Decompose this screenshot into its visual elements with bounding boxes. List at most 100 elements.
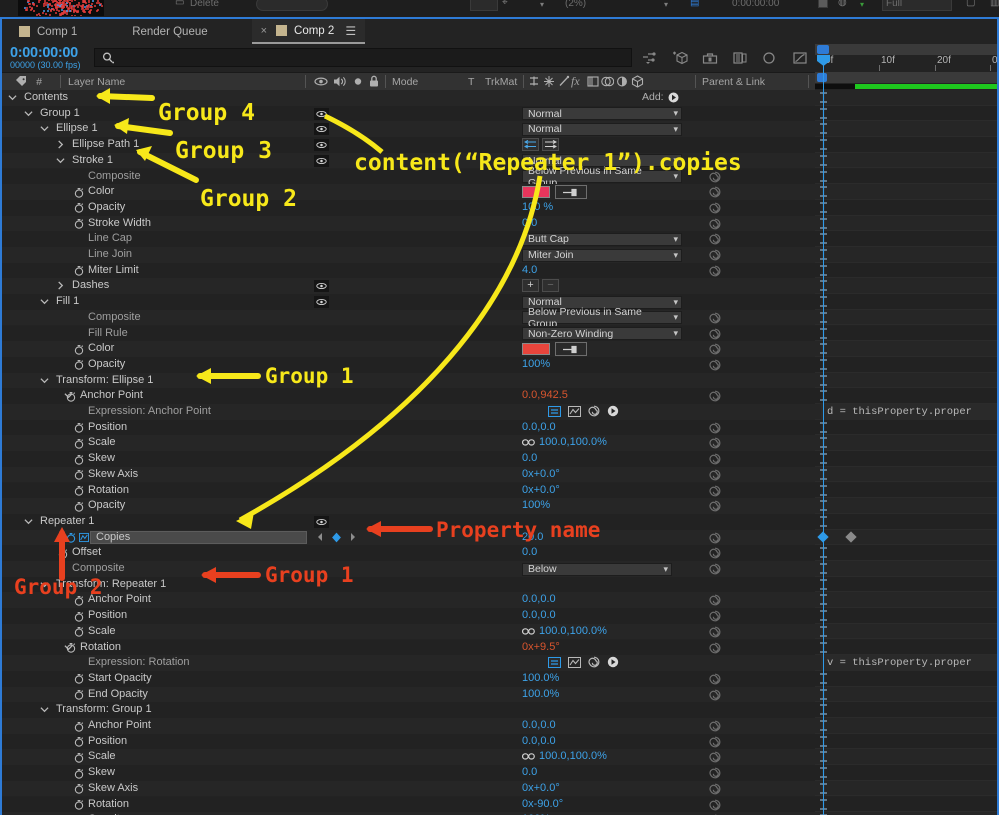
timeline-row[interactable] <box>815 640 997 656</box>
parent-pickwhip-icon[interactable] <box>709 218 721 230</box>
chevron-down-icon[interactable]: ▾ <box>540 0 544 9</box>
property-row[interactable]: Scale 100.0,100.0% <box>2 749 815 765</box>
value-dropdown[interactable]: Below ▾ <box>522 563 672 576</box>
parent-pickwhip-icon[interactable] <box>709 610 721 622</box>
property-row[interactable]: Ellipse 1 Normal ▾ <box>2 121 815 137</box>
timeline-row[interactable] <box>815 592 997 608</box>
twirl-down-icon[interactable] <box>40 124 49 133</box>
property-row[interactable]: Transform: Repeater 1 <box>2 577 815 593</box>
timeline-row[interactable] <box>815 106 997 122</box>
timeline-row[interactable] <box>815 765 997 781</box>
property-row[interactable]: Opacity100% <box>2 357 815 373</box>
timeline-row[interactable] <box>815 388 997 404</box>
keyframe-diamond-icon[interactable] <box>331 532 342 543</box>
property-row[interactable]: Transform: Group 1 <box>2 702 815 718</box>
path-reverse-icon[interactable] <box>522 138 539 151</box>
timeline-row[interactable] <box>815 561 997 577</box>
keyframe-marker-2[interactable] <box>845 531 856 542</box>
property-row[interactable]: Composite Below ▾ <box>2 561 815 577</box>
work-area-bar[interactable] <box>815 83 997 90</box>
parent-pickwhip-icon[interactable] <box>709 767 721 779</box>
property-value[interactable]: 100.0,100.0% <box>539 436 607 448</box>
twirl-down-icon[interactable] <box>40 580 49 589</box>
constrain-proportions-icon[interactable] <box>522 438 535 447</box>
parent-pickwhip-icon[interactable] <box>709 453 721 465</box>
expression-language-menu-icon[interactable] <box>607 405 619 417</box>
expression-graph-icon[interactable] <box>568 406 581 417</box>
property-value[interactable]: 0.0 <box>522 766 537 778</box>
property-row[interactable]: Ellipse Path 1 <box>2 137 815 153</box>
stopwatch-icon[interactable] <box>74 438 84 449</box>
property-row[interactable]: Position 0.0,0.0 <box>2 608 815 624</box>
timeline-row[interactable] <box>815 498 997 514</box>
timeline-row[interactable] <box>815 169 997 185</box>
property-row[interactable]: Anchor Point 0.0,942.5 <box>2 388 815 404</box>
column-mode[interactable]: Mode <box>392 76 418 88</box>
property-row[interactable]: Transform: Ellipse 1 <box>2 373 815 389</box>
parent-pickwhip-icon[interactable] <box>709 265 721 277</box>
parent-pickwhip-icon[interactable] <box>709 422 721 434</box>
timeline-row[interactable] <box>815 687 997 703</box>
property-value[interactable]: 0x-90.0° <box>522 798 563 810</box>
property-row[interactable]: Composite Below Previous in Same Group ▾ <box>2 310 815 326</box>
grid-icon[interactable]: ▢ <box>966 0 975 8</box>
timeline-row[interactable] <box>815 702 997 718</box>
parent-pickwhip-icon[interactable] <box>709 563 721 575</box>
value-dropdown[interactable]: Miter Join ▾ <box>522 249 682 262</box>
remove-dash-icon[interactable]: − <box>542 279 559 292</box>
property-value[interactable]: 0x+0.0° <box>522 468 560 480</box>
stopwatch-icon[interactable] <box>74 344 84 355</box>
property-row[interactable]: Fill Rule Non-Zero Winding ▾ <box>2 326 815 342</box>
link-to-comp-icon[interactable] <box>642 51 658 65</box>
value-dropdown[interactable]: Normal ▾ <box>522 123 682 136</box>
timeline-row[interactable] <box>815 420 997 436</box>
parent-pickwhip-icon[interactable] <box>709 202 721 214</box>
property-value[interactable]: 0.0 <box>522 217 537 229</box>
add-icon[interactable] <box>668 92 679 103</box>
parent-pickwhip-icon[interactable] <box>709 328 721 340</box>
stopwatch-icon[interactable] <box>74 485 84 496</box>
parent-pickwhip-icon[interactable] <box>709 485 721 497</box>
stopwatch-icon[interactable] <box>74 689 84 700</box>
property-row[interactable]: Line Join Miter Join ▾ <box>2 247 815 263</box>
property-row[interactable]: Skew Axis 0x+0.0° <box>2 781 815 797</box>
parent-pickwhip-icon[interactable] <box>709 736 721 748</box>
parent-pickwhip-icon[interactable] <box>709 799 721 811</box>
twirl-down-icon[interactable] <box>8 93 17 102</box>
parent-pickwhip-icon[interactable] <box>709 390 721 402</box>
visibility-eye-icon[interactable] <box>314 108 329 120</box>
property-value[interactable]: 100% <box>522 358 550 370</box>
constrain-proportions-icon[interactable] <box>522 627 535 636</box>
time-ruler[interactable]: 0f10f20f01:00 <box>815 55 997 73</box>
stopwatch-icon[interactable] <box>74 454 84 465</box>
timeline-row[interactable] <box>815 231 997 247</box>
property-row[interactable]: Rotation 0x-90.0° <box>2 797 815 813</box>
property-row[interactable]: Rotation 0x+9.5° <box>2 640 815 656</box>
timeline-row[interactable] <box>815 184 997 200</box>
path-forward-icon[interactable] <box>542 138 559 151</box>
timeline-row[interactable] <box>815 310 997 326</box>
mask-mode-pill[interactable] <box>256 0 328 11</box>
chevron-down-icon-2[interactable]: ▾ <box>664 0 668 9</box>
expression-field[interactable]: d = thisProperty.proper <box>821 404 997 420</box>
tab-comp-2[interactable]: × Comp 2 ☰ <box>252 19 365 44</box>
snapshot-icon[interactable] <box>818 0 828 8</box>
parent-pickwhip-icon[interactable] <box>709 469 721 481</box>
stopwatch-icon[interactable] <box>74 736 84 747</box>
keyframe-navigator[interactable] <box>316 532 357 543</box>
tab-render-queue[interactable]: Render Queue <box>123 19 216 44</box>
property-value[interactable]: 0.0,942.5 <box>522 389 568 401</box>
parent-pickwhip-icon[interactable] <box>709 171 721 183</box>
timeline-row[interactable] <box>815 121 997 137</box>
property-value[interactable]: 100.0% <box>522 672 559 684</box>
timeline-row[interactable] <box>815 247 997 263</box>
value-dropdown[interactable]: Below Previous in Same Group ▾ <box>522 170 682 183</box>
tab-menu-icon[interactable]: ☰ <box>345 24 356 38</box>
timeline-scroll-handle[interactable] <box>817 45 829 54</box>
stopwatch-icon[interactable] <box>74 501 84 512</box>
timeline-row[interactable] <box>815 263 997 279</box>
timeline-row[interactable] <box>815 483 997 499</box>
property-value[interactable]: 100% <box>522 499 550 511</box>
stopwatch-icon[interactable] <box>74 799 84 810</box>
stopwatch-icon[interactable] <box>58 548 68 559</box>
